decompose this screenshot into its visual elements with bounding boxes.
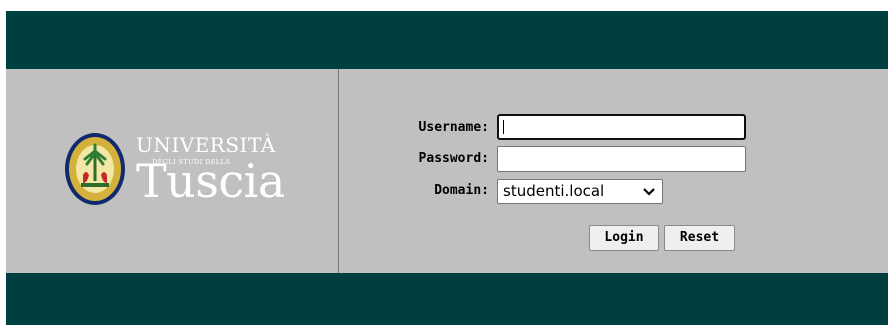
password-label: Password: bbox=[418, 151, 489, 166]
username-input[interactable] bbox=[497, 114, 746, 140]
text-caret bbox=[503, 120, 504, 134]
domain-label: Domain: bbox=[434, 183, 489, 198]
page-frame: UNIVERSITÀ DEGLI STUDI DELLA Tuscia User… bbox=[6, 11, 888, 325]
chevron-down-icon bbox=[643, 188, 655, 196]
university-seal-icon bbox=[65, 133, 125, 205]
username-label: Username: bbox=[418, 120, 489, 135]
logo-area: UNIVERSITÀ DEGLI STUDI DELLA Tuscia bbox=[6, 69, 339, 273]
login-button[interactable]: Login bbox=[589, 225, 659, 251]
wordmark-universita: UNIVERSITÀ bbox=[136, 133, 276, 157]
domain-select[interactable]: studenti.local bbox=[497, 179, 663, 204]
university-wordmark: UNIVERSITÀ DEGLI STUDI DELLA Tuscia bbox=[136, 134, 296, 214]
reset-button[interactable]: Reset bbox=[664, 225, 735, 251]
login-form: Username: Password: Domain: studenti.loc… bbox=[339, 69, 888, 273]
wordmark-tuscia: Tuscia bbox=[136, 154, 285, 208]
domain-selected-value: studenti.local bbox=[503, 182, 605, 200]
password-input[interactable] bbox=[497, 146, 746, 172]
login-panel: UNIVERSITÀ DEGLI STUDI DELLA Tuscia User… bbox=[6, 69, 888, 273]
